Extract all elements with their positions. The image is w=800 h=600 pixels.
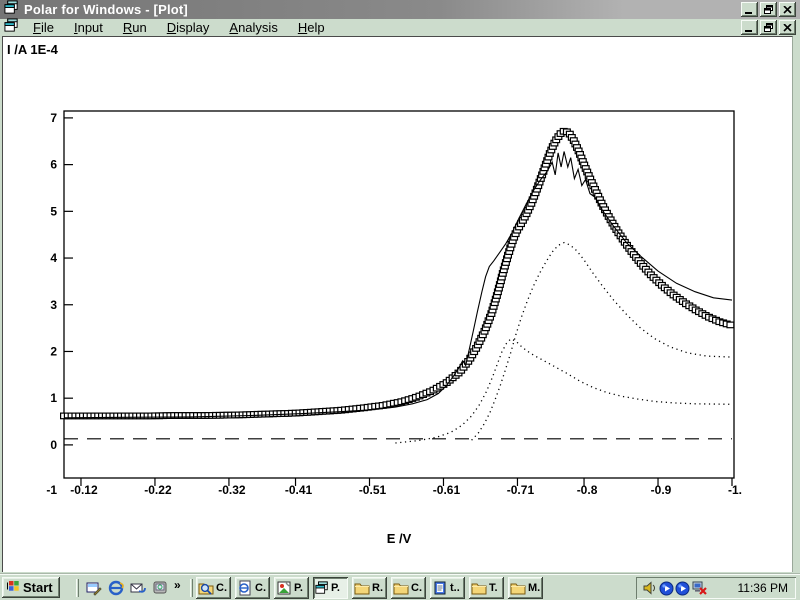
desktop: { "window": { "title": "Polar for Window…	[0, 0, 800, 600]
doc-restore-button[interactable]	[760, 20, 777, 35]
document-icon[interactable]	[4, 18, 19, 38]
plot-client-area: I /A 1E-4 E /V 7 6 5 4 3 2 1 0 -1 -0.12 -0.22 -0.32 -0…	[2, 36, 793, 572]
series-component-peak-small	[395, 339, 732, 443]
task-button-4[interactable]: P.	[313, 577, 348, 599]
task-label: P.	[331, 582, 340, 594]
y-axis-title: I /A 1E-4	[7, 42, 59, 57]
start-button[interactable]: Start	[2, 577, 60, 598]
windows-logo-icon	[6, 579, 20, 596]
quick-launch-show-desktop-icon[interactable]	[84, 578, 104, 598]
quick-launch-media-player-icon[interactable]	[150, 578, 170, 598]
ie-document-icon	[237, 580, 253, 596]
x-tick-label: -0.41	[285, 483, 313, 497]
show-desktop-icon	[86, 580, 102, 596]
x-tick-label: -0.22	[144, 483, 172, 497]
close-button[interactable]	[779, 2, 796, 17]
y-tick-label: 1	[50, 391, 57, 405]
task-label: C.	[255, 582, 266, 594]
quick-launch-internet-explorer-icon[interactable]	[106, 578, 126, 598]
folder-icon	[510, 580, 526, 596]
window-controls	[741, 2, 796, 17]
y-corner-label: -1	[46, 483, 57, 497]
task-label: C.	[216, 582, 227, 594]
volume-icon[interactable]	[642, 580, 658, 596]
series-measured-current	[61, 129, 734, 419]
folder-icon	[393, 580, 409, 596]
taskbar: Start » 11:36 PM C. C. P. P. R. C. t.. T. M.	[0, 574, 800, 600]
task-button-6[interactable]: C.	[391, 577, 426, 599]
menu-analysis[interactable]: Analysis	[221, 20, 289, 35]
task-button-5[interactable]: R.	[352, 577, 387, 599]
quick-launch-overflow[interactable]: »	[174, 578, 181, 592]
series-component-peak-large	[472, 243, 732, 441]
series-fitted-curve	[64, 152, 732, 418]
plot-svg: I /A 1E-4 E /V 7 6 5 4 3 2 1 0 -1 -0.12 -0.22 -0.32 -0…	[3, 37, 794, 573]
outlook-express-icon	[130, 580, 146, 596]
task-label: T.	[489, 582, 498, 594]
task-label: P.	[294, 582, 303, 594]
menu-items: FileInputRunDisplayAnalysisHelp	[25, 20, 337, 35]
y-tick-label: 4	[50, 251, 57, 265]
title-bar: Polar for Windows - [Plot]	[0, 0, 800, 19]
media-player-icon	[152, 580, 168, 596]
document-controls	[741, 20, 796, 35]
task-label: t..	[450, 582, 460, 594]
task-label: M.	[528, 582, 540, 594]
system-tray: 11:36 PM	[636, 577, 796, 599]
plot-frame	[64, 111, 734, 478]
y-tick-label: 3	[50, 298, 57, 312]
task-button-3[interactable]: P.	[274, 577, 309, 599]
taskbar-grip-2[interactable]	[190, 579, 193, 597]
y-tick-label: 7	[50, 111, 57, 125]
minimize-button[interactable]	[741, 2, 758, 17]
polar-app-icon	[4, 18, 19, 33]
menu-input[interactable]: Input	[66, 20, 115, 35]
x-tick-label: -0.12	[70, 483, 98, 497]
task-button-9[interactable]: M.	[508, 577, 543, 599]
menu-run[interactable]: Run	[115, 20, 159, 35]
y-tick-label: 5	[50, 204, 57, 218]
menu-file[interactable]: File	[25, 20, 66, 35]
task-button-1[interactable]: C.	[196, 577, 231, 599]
player-ball-icon[interactable]	[659, 581, 674, 596]
menu-display[interactable]: Display	[159, 20, 222, 35]
x-tick-label: -0.9	[651, 483, 672, 497]
taskbar-clock[interactable]: 11:36 PM	[738, 581, 788, 595]
task-button-2[interactable]: C.	[235, 577, 270, 599]
taskbar-grip[interactable]	[76, 579, 79, 597]
menu-bar: FileInputRunDisplayAnalysisHelp	[0, 19, 800, 36]
folder-icon	[354, 580, 370, 596]
explorer-search-icon	[198, 580, 214, 596]
network-error-icon[interactable]	[691, 580, 708, 596]
x-tick-label: -0.61	[433, 483, 461, 497]
task-label: R.	[372, 582, 383, 594]
doc-minimize-button[interactable]	[741, 20, 758, 35]
doc-close-button[interactable]	[779, 20, 796, 35]
internet-explorer-icon	[108, 580, 124, 596]
task-button-7[interactable]: t..	[430, 577, 465, 599]
x-axis-title: E /V	[387, 531, 412, 546]
x-tick-label: -1.	[728, 483, 742, 497]
windows-logo-icon	[6, 579, 20, 593]
polar-app-icon	[4, 0, 19, 15]
folder-icon	[471, 580, 487, 596]
y-tick-label: 2	[50, 344, 57, 358]
player-ball-icon[interactable]	[675, 581, 690, 596]
x-tick-label: -0.51	[359, 483, 387, 497]
x-tick-label: -0.32	[218, 483, 246, 497]
picture-app-icon	[276, 580, 292, 596]
x-tick-label: -0.8	[577, 483, 598, 497]
notepad-icon	[432, 580, 448, 596]
task-label: C.	[411, 582, 422, 594]
restore-button[interactable]	[760, 2, 777, 17]
menu-help[interactable]: Help	[290, 20, 337, 35]
quick-launch-outlook-express-icon[interactable]	[128, 578, 148, 598]
start-label: Start	[23, 580, 53, 595]
y-tick-label: 0	[50, 438, 57, 452]
x-tick-label: -0.71	[507, 483, 535, 497]
y-tick-label: 6	[50, 158, 57, 172]
task-button-8[interactable]: T.	[469, 577, 504, 599]
window-title: Polar for Windows - [Plot]	[24, 2, 188, 17]
polar-app-icon	[315, 581, 329, 595]
